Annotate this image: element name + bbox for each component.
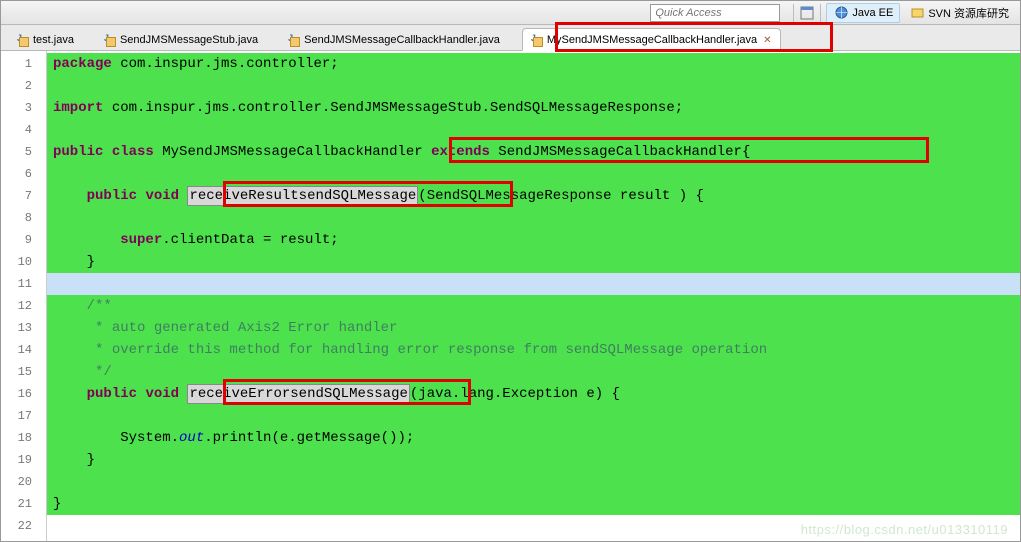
line-number: 16: [1, 383, 46, 405]
code-line: public class MySendJMSMessageCallbackHan…: [47, 141, 1020, 163]
code-line: [47, 273, 1020, 295]
svn-icon: [909, 5, 925, 21]
line-number: 8: [1, 207, 46, 229]
open-perspective-icon[interactable]: [799, 5, 815, 21]
quick-access-input[interactable]: [650, 4, 780, 22]
tab-test-java[interactable]: test.java: [9, 29, 82, 50]
line-number: 10: [1, 251, 46, 273]
code-line: [47, 405, 1020, 427]
line-number: 12: [1, 295, 46, 317]
line-number: 21: [1, 493, 46, 515]
line-number: 11: [1, 273, 46, 295]
separator: [793, 4, 794, 22]
method-name-box: receiveErrorsendSQLMessage: [187, 384, 409, 404]
line-number: 6: [1, 163, 46, 185]
line-number: 14: [1, 339, 46, 361]
line-number: 15: [1, 361, 46, 383]
code-editor[interactable]: 1 2 3 4 5 6 7 8 9 10 11 12 13 14 15 16 1…: [1, 51, 1020, 541]
code-line: public void receiveErrorsendSQLMessage(j…: [47, 383, 1020, 405]
code-line: import com.inspur.jms.controller.SendJMS…: [47, 97, 1020, 119]
code-line: [47, 207, 1020, 229]
java-file-icon: [102, 33, 116, 47]
code-line: package com.inspur.jms.controller;: [47, 53, 1020, 75]
close-icon[interactable]: ✕: [763, 35, 771, 46]
toolbar: Java EE SVN 资源库研究: [1, 1, 1020, 25]
method-name-box: receiveResultsendSQLMessage: [187, 186, 418, 206]
line-gutter: 1 2 3 4 5 6 7 8 9 10 11 12 13 14 15 16 1…: [1, 51, 47, 541]
code-line: [47, 471, 1020, 493]
code-line: }: [47, 449, 1020, 471]
tab-sendjmscallbackhandler[interactable]: SendJMSMessageCallbackHandler.java: [280, 29, 508, 50]
globe-icon: [833, 5, 849, 21]
tab-label: test.java: [33, 34, 74, 46]
separator: [820, 4, 821, 22]
line-number: 7: [1, 185, 46, 207]
line-number: 1: [1, 53, 46, 75]
code-line: * auto generated Axis2 Error handler: [47, 317, 1020, 339]
line-number: 3: [1, 97, 46, 119]
code-area[interactable]: package com.inspur.jms.controller; impor…: [47, 51, 1020, 541]
line-number: 5: [1, 141, 46, 163]
code-line: */: [47, 361, 1020, 383]
perspective-java-ee[interactable]: Java EE: [826, 3, 900, 23]
code-line: /**: [47, 295, 1020, 317]
code-line: [47, 163, 1020, 185]
perspective-label: SVN 资源库研究: [928, 5, 1009, 21]
java-file-icon: [286, 33, 300, 47]
watermark-text: https://blog.csdn.net/u013310119: [801, 522, 1008, 537]
line-number: 13: [1, 317, 46, 339]
line-number: 17: [1, 405, 46, 427]
tab-mysendjmscallbackhandler[interactable]: MySendJMSMessageCallbackHandler.java ✕: [522, 28, 781, 51]
tab-label: SendJMSMessageStub.java: [120, 34, 258, 46]
code-line: [47, 119, 1020, 141]
java-file-icon: [15, 33, 29, 47]
code-line: super.clientData = result;: [47, 229, 1020, 251]
line-number: 18: [1, 427, 46, 449]
tab-sendjmsmessagestub[interactable]: SendJMSMessageStub.java: [96, 29, 266, 50]
line-number: 4: [1, 119, 46, 141]
perspective-label: Java EE: [852, 7, 893, 19]
code-line: }: [47, 493, 1020, 515]
line-number: 9: [1, 229, 46, 251]
perspective-svn[interactable]: SVN 资源库研究: [902, 3, 1016, 23]
editor-tabs: test.java SendJMSMessageStub.java SendJM…: [1, 25, 1020, 51]
java-file-icon: [529, 33, 543, 47]
line-number: 2: [1, 75, 46, 97]
line-number: 22: [1, 515, 46, 537]
code-line: [47, 75, 1020, 97]
code-line: System.out.println(e.getMessage());: [47, 427, 1020, 449]
line-number: 19: [1, 449, 46, 471]
code-line: }: [47, 251, 1020, 273]
tab-label: MySendJMSMessageCallbackHandler.java: [547, 34, 757, 46]
line-number: 20: [1, 471, 46, 493]
code-line: public void receiveResultsendSQLMessage(…: [47, 185, 1020, 207]
code-line: * override this method for handling erro…: [47, 339, 1020, 361]
tab-label: SendJMSMessageCallbackHandler.java: [304, 34, 500, 46]
